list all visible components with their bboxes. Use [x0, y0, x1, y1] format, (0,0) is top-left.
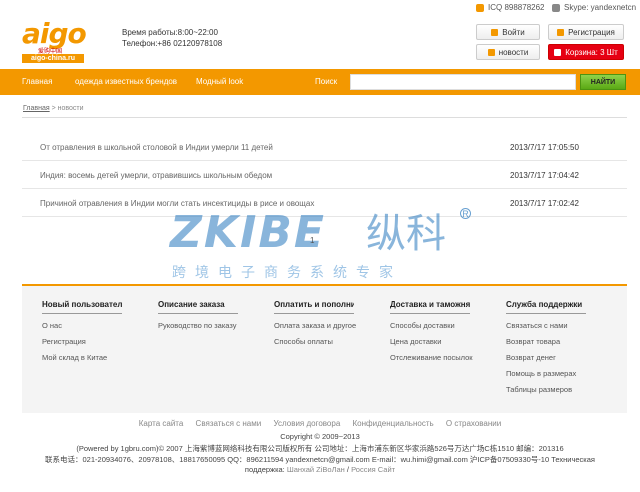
footer-bottom-links: Карта сайта Связаться с нами Условия дог… [0, 419, 640, 428]
news-icon [487, 48, 495, 56]
footer-col-heading: Доставка и таможня [390, 300, 470, 314]
footer-link-sitemap[interactable]: Карта сайта [139, 419, 184, 428]
skype-info: Skype: yandexnetcn [552, 3, 636, 12]
news-date: 2013/7/17 17:05:50 [510, 143, 579, 152]
news-item[interactable]: Индия: восемь детей умерли, отравившись … [22, 161, 627, 189]
skype-icon [552, 3, 560, 12]
footer-link-insurance[interactable]: О страховании [446, 419, 501, 428]
footer-link[interactable]: Отслеживание посылок [390, 353, 473, 362]
breadcrumb-current: новости [57, 105, 84, 112]
news-button[interactable]: новости [476, 44, 540, 60]
footer-link[interactable]: Цена доставки [390, 337, 470, 346]
news-date: 2013/7/17 17:04:42 [510, 171, 579, 180]
footer-links-panel: Новый пользователь О нас Регистрация Мой… [22, 284, 627, 413]
cart-icon [554, 48, 562, 56]
login-button[interactable]: Войти [476, 24, 540, 40]
news-title[interactable]: От отравления в школьной столовой в Инди… [40, 143, 273, 152]
register-label: Регистрация [568, 27, 615, 37]
footer-col-heading: Служба поддержки [506, 300, 586, 314]
cart-label: Корзина: 3 Шт [565, 47, 618, 57]
info-icon [557, 28, 565, 36]
logo-url: aigo-china.ru [22, 54, 84, 63]
footer-col-order: Описание заказа Руководство по заказу [158, 300, 238, 330]
nav-item-home[interactable]: Главная [22, 77, 52, 86]
footer-link[interactable]: Способы оплаты [274, 337, 354, 346]
company-info: (Powered by 1gbru.com)© 2007 上海紫博蓝网络科技有限… [76, 444, 564, 453]
watermark-cn: 纵科 [366, 211, 446, 257]
support-prefix: поддержка: [244, 465, 285, 474]
footer-link[interactable]: Руководство по заказу [158, 321, 238, 330]
news-date: 2013/7/17 17:02:42 [510, 199, 579, 208]
footer-link[interactable]: Регистрация [42, 337, 122, 346]
footer-link[interactable]: Способы доставки [390, 321, 470, 330]
phone-number: Телефон:+86 02120978108 [122, 39, 223, 48]
news-title[interactable]: Индия: восемь детей умерли, отравившись … [40, 171, 272, 180]
footer-col-new-user: Новый пользователь О нас Регистрация Мой… [42, 300, 122, 362]
contact-info: 联系电话：021-20934076、20978108、18817650095 Q… [45, 455, 595, 464]
icq-info: ICQ 898878262 [476, 3, 545, 12]
footer-col-heading: Оплатить и пополнить [274, 300, 354, 314]
registered-icon: R [460, 208, 471, 219]
register-button[interactable]: Регистрация [548, 24, 624, 40]
breadcrumb-home[interactable]: Главная [23, 105, 50, 112]
divider [22, 117, 627, 118]
footer-col-delivery: Доставка и таможня Способы доставки Цена… [390, 300, 473, 362]
breadcrumb: Главная > новости [23, 105, 84, 112]
footer-col-support: Служба поддержки Связаться с нами Возвра… [506, 300, 586, 394]
support-link-russia[interactable]: Россия Сайт [351, 465, 395, 474]
watermark-logo: ZKIBE 纵科 R 跨境电子商务系统专家 1 [170, 208, 490, 288]
login-label: Войти [502, 27, 525, 37]
footer-link[interactable]: Мой склад в Китае [42, 353, 122, 362]
copyright: Copyright © 2009~2013 [280, 432, 360, 441]
main-nav: Главная одежда известных брендов Модный … [0, 69, 640, 95]
search-input[interactable] [350, 74, 576, 90]
lock-icon [491, 28, 499, 36]
news-item[interactable]: От отравления в школьной столовой в Инди… [22, 133, 627, 161]
working-hours: Время работы:8:00~22:00 [122, 28, 218, 37]
logo-word: aigo [22, 17, 87, 50]
pagination-current[interactable]: 1 [310, 236, 314, 245]
tech-support: поддержка: Шанхай ZiBoЛан / Россия Сайт [0, 465, 640, 474]
search-button[interactable]: НАЙТИ [580, 74, 626, 90]
contact-hours: Время работы:8:00~22:00 Телефон:+86 0212… [122, 27, 222, 49]
footer-link[interactable]: Возврат денег [506, 353, 586, 362]
watermark-brand: ZKIBE [170, 207, 326, 258]
nav-item-fashion[interactable]: Модный look [196, 77, 243, 86]
support-link-shanghai[interactable]: Шанхай ZiBoЛан [287, 465, 345, 474]
support-separator: / [346, 465, 350, 474]
top-info-bar: ICQ 898878262 Skype: yandexnetcn [0, 0, 640, 15]
footer-link[interactable]: Возврат товара [506, 337, 586, 346]
footer-col-heading: Описание заказа [158, 300, 238, 314]
user-icon [476, 3, 484, 12]
footer-link[interactable]: О нас [42, 321, 122, 330]
footer-link-contact[interactable]: Связаться с нами [196, 419, 262, 428]
search-label: Поиск [315, 77, 338, 86]
news-label: новости [498, 47, 529, 57]
footer-link[interactable]: Помощь в размерах [506, 369, 586, 378]
footer-link-privacy[interactable]: Конфиденциальность [353, 419, 434, 428]
nav-item-brands[interactable]: одежда известных брендов [75, 77, 177, 86]
footer-link[interactable]: Оплата заказа и другое [274, 321, 356, 330]
watermark-subtitle: 跨境电子商务系统专家 [172, 265, 402, 281]
skype-name: Skype: yandexnetcn [564, 3, 637, 12]
icq-number: ICQ 898878262 [488, 3, 545, 12]
cart-button[interactable]: Корзина: 3 Шт [548, 44, 624, 60]
footer-col-heading: Новый пользователь [42, 300, 122, 314]
footer-col-payment: Оплатить и пополнить Оплата заказа и дру… [274, 300, 356, 346]
breadcrumb-separator: > [49, 105, 58, 112]
footer-link[interactable]: Таблицы размеров [506, 385, 586, 394]
footer-link-terms[interactable]: Условия договора [273, 419, 340, 428]
site-logo[interactable]: aigo 爱购中国 aigo-china.ru [22, 17, 87, 64]
footer-link[interactable]: Связаться с нами [506, 321, 586, 330]
